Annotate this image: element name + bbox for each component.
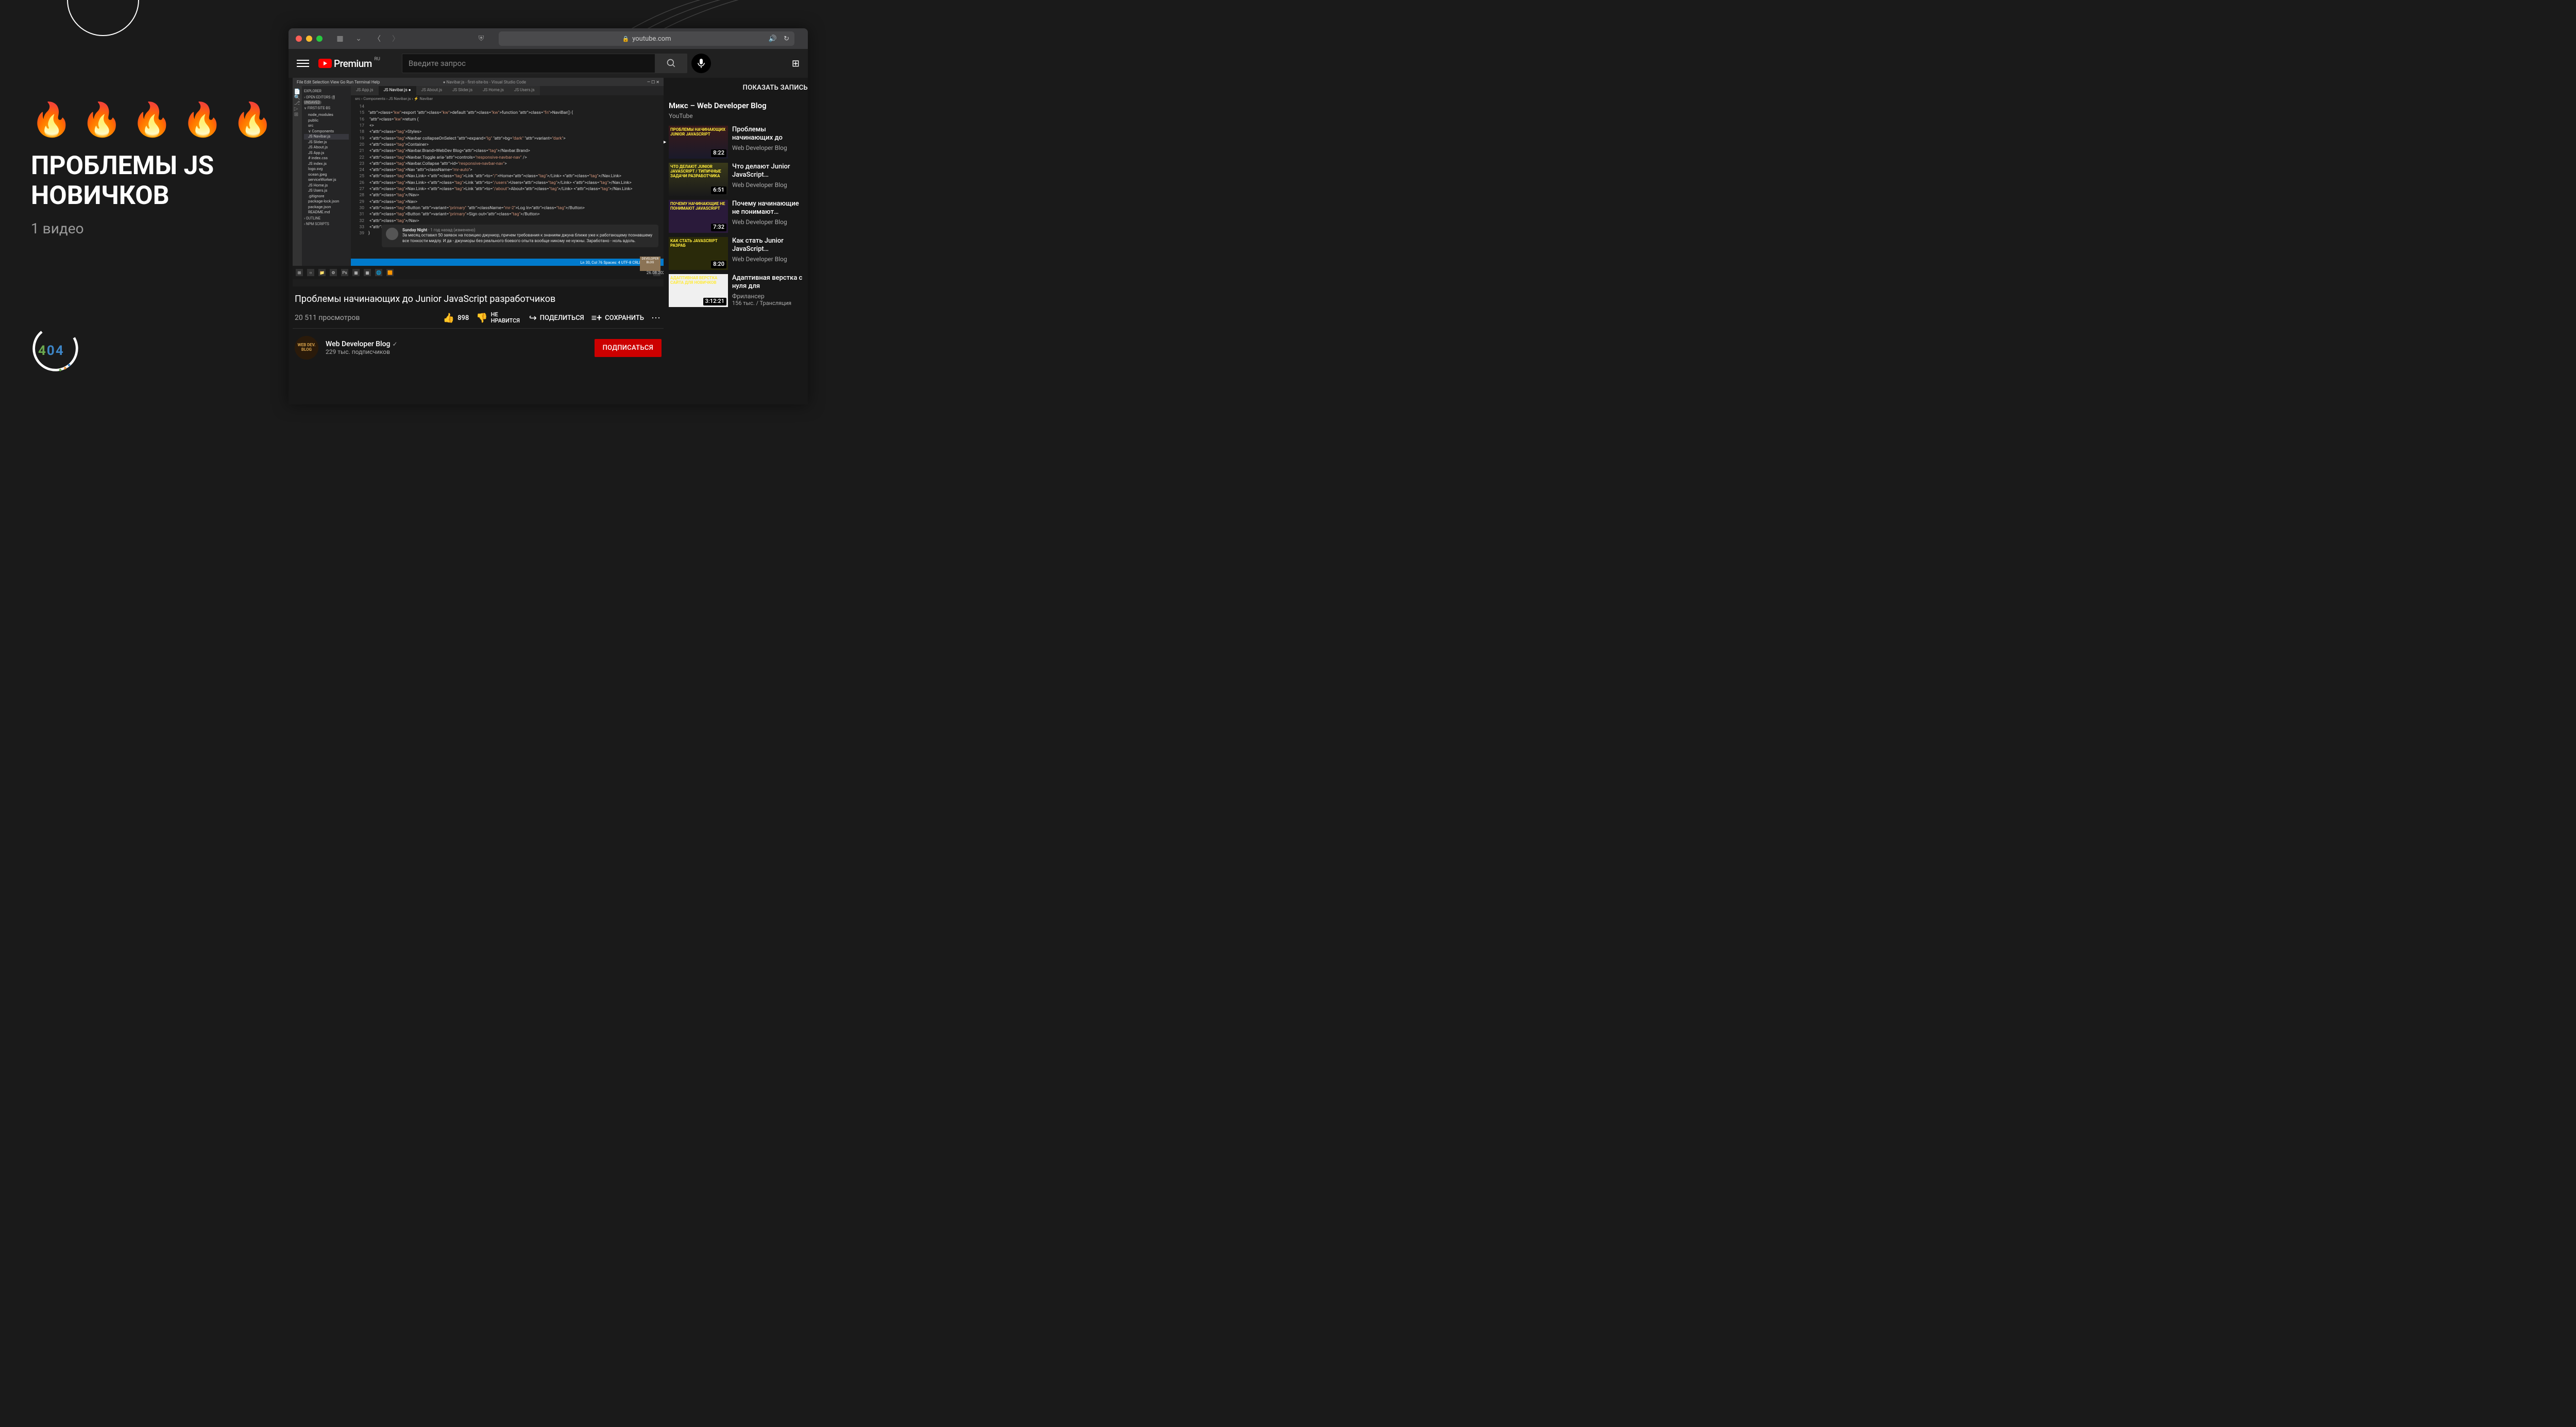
dropdown-icon[interactable]: ⌄	[351, 31, 366, 46]
search-input[interactable]: Введите запрос	[402, 54, 655, 73]
back-icon[interactable]: 〈	[370, 31, 384, 46]
vscode-screenshot: File Edit Selection View Go Run Terminal…	[293, 78, 664, 286]
like-button[interactable]: 👍 898	[443, 313, 469, 324]
vscode-activity-bar: 📄🔍⎇▷⊞	[293, 86, 302, 266]
left-panel: 🔥🔥🔥🔥🔥 ПРОБЛЕМЫ JS НОВИЧКОВ 1 видео	[31, 100, 282, 237]
header-actions: ⊞	[792, 58, 800, 69]
left-subtitle: 1 видео	[31, 220, 282, 237]
thumbs-down-icon: 👎	[476, 313, 487, 324]
channel-avatar[interactable]: WEB DEV. BLOG	[295, 336, 318, 360]
channel-watermark: DEVELOPER BLOG	[640, 257, 660, 271]
video-duration: 8:22	[711, 149, 726, 157]
vscode-tabs: JS App.jsJS Navibar.js ●JS About.jsJS Sl…	[351, 86, 664, 95]
rec-channel: Web Developer Blog	[732, 218, 808, 226]
decorative-circle-top	[67, 0, 139, 36]
traffic-lights[interactable]	[296, 36, 323, 42]
minimize-window[interactable]	[306, 36, 312, 42]
sidebar-toggle-icon[interactable]: ▦	[333, 31, 347, 46]
channel-row: WEB DEV. BLOG Web Developer Blog ✓ 229 т…	[293, 329, 664, 367]
video-thumbnail[interactable]: АДАПТИВНАЯ ВЕРСТКА САЙТА ДЛЯ НОВИЧКОВ 3:…	[669, 274, 728, 307]
fire-emojis: 🔥🔥🔥🔥🔥	[31, 100, 282, 139]
search-button[interactable]	[655, 54, 687, 73]
rec-channel: Фрилансер	[732, 293, 808, 300]
shield-icon[interactable]: ⛨	[474, 31, 488, 46]
save-button[interactable]: ≡+ СОХРАНИТЬ	[591, 313, 644, 324]
forward-icon[interactable]: 〉	[388, 31, 403, 46]
video-thumbnail[interactable]: ПОЧЕМУ НАЧИНАЮЩИЕ НЕ ПОНИМАЮТ JAVASCRIPT…	[669, 200, 728, 233]
share-icon: ↪	[529, 313, 537, 324]
rec-channel: Web Developer Blog	[732, 256, 808, 263]
youtube-logo[interactable]: Premium RU	[318, 58, 372, 70]
audio-icon[interactable]: 🔊	[769, 35, 777, 43]
voice-search-icon[interactable]	[691, 54, 711, 73]
close-window[interactable]	[296, 36, 302, 42]
safari-window: ▦ ⌄ 〈 〉 ⛨ 🔒 youtube.com 🔊 ↻ Premium RU В…	[289, 28, 808, 404]
more-actions-icon[interactable]: ⋯	[651, 313, 662, 324]
create-icon[interactable]: ⊞	[792, 58, 800, 69]
rec-channel: Web Developer Blog	[732, 144, 808, 151]
youtube-header: Premium RU Введите запрос ⊞	[289, 49, 808, 78]
main-column: File Edit Selection View Go Run Terminal…	[289, 78, 664, 404]
rec-channel: Web Developer Blog	[732, 181, 808, 189]
left-title: ПРОБЛЕМЫ JS НОВИЧКОВ	[31, 151, 282, 211]
share-button[interactable]: ↪ ПОДЕЛИТЬСЯ	[529, 313, 584, 324]
video-duration: 7:32	[711, 224, 726, 231]
vscode-menu: File Edit Selection View Go Run Terminal…	[297, 80, 380, 84]
windows-taskbar: ⊞○📁⚙Ps▦▦🌐🟧 26.08.2020	[293, 266, 664, 279]
video-player[interactable]: File Edit Selection View Go Run Terminal…	[293, 78, 664, 286]
subscribe-button[interactable]: ПОДПИСАТЬСЯ	[595, 339, 662, 357]
browser-titlebar: ▦ ⌄ 〈 〉 ⛨ 🔒 youtube.com 🔊 ↻	[289, 28, 808, 49]
maximize-window[interactable]	[316, 36, 323, 42]
show-chat-button[interactable]: ПОКАЗАТЬ ЗАПИСЬ	[669, 78, 808, 101]
video-duration: 3:12:21	[703, 298, 726, 305]
recommendation-item[interactable]: АДАПТИВНАЯ ВЕРСТКА САЙТА ДЛЯ НОВИЧКОВ 3:…	[669, 274, 808, 307]
recommendation-item[interactable]: ПОЧЕМУ НАЧИНАЮЩИЕ НЕ ПОНИМАЮТ JAVASCRIPT…	[669, 200, 808, 233]
url-text: youtube.com	[632, 35, 671, 43]
thumbs-up-icon: 👍	[443, 313, 454, 324]
video-title: Проблемы начинающих до Junior JavaScript…	[293, 294, 664, 304]
search-wrap: Введите запрос	[402, 54, 711, 73]
video-thumbnail[interactable]: КАК СТАТЬ JAVASCRIPT РАЗРАБ 8:20	[669, 237, 728, 270]
video-meta-row: 20 511 просмотров 👍 898 👎 НЕ НРАВИТСЯ ↪ …	[293, 308, 664, 329]
recommendation-item[interactable]: ▶ ПРОБЛЕМЫ НАЧИНАЮЩИХ JUNIOR JAVASCRIPT …	[669, 126, 808, 159]
reload-icon[interactable]: ↻	[784, 35, 789, 43]
menu-hamburger-icon[interactable]	[297, 60, 309, 67]
recommendation-item[interactable]: ЧТО ДЕЛАЮТ JUNIOR JAVASCRIPT / ТИПИЧНЫЕ …	[669, 163, 808, 196]
rec-title: Что делают Junior JavaScript…	[732, 163, 808, 180]
rec-title: Как стать Junior JavaScript…	[732, 237, 808, 254]
playlist-add-icon: ≡+	[591, 313, 602, 324]
youtube-body: File Edit Selection View Go Run Terminal…	[289, 78, 808, 404]
video-thumbnail[interactable]: ЧТО ДЕЛАЮТ JUNIOR JAVASCRIPT / ТИПИЧНЫЕ …	[669, 163, 728, 196]
video-duration: 6:51	[711, 186, 726, 194]
vscode-code: 1415"attr">class="kw">export "attr">clas…	[351, 103, 664, 259]
channel-name[interactable]: Web Developer Blog ✓	[326, 340, 398, 348]
recommendations-sidebar: ПОКАЗАТЬ ЗАПИСЬ Микс – Web Developer Blo…	[664, 78, 808, 404]
rec-title: Почему начинающие не понимают…	[732, 200, 808, 217]
subscriber-count: 229 тыс. подписчиков	[326, 348, 398, 355]
verified-icon: ✓	[392, 341, 397, 348]
youtube-play-icon	[318, 59, 332, 68]
logo-404: 404	[38, 343, 64, 359]
rec-title: Проблемы начинающих до	[732, 126, 808, 143]
vscode-explorer: EXPLORER › OPEN EDITORS 1 UNSAVED ∨ FIRS…	[302, 86, 351, 266]
rec-title: Адаптивная верстка с нуля для	[732, 274, 808, 291]
video-thumbnail[interactable]: ПРОБЛЕМЫ НАЧИНАЮЩИХ JUNIOR JAVASCRIPT 8:…	[669, 126, 728, 159]
dislike-button[interactable]: 👎 НЕ НРАВИТСЯ	[476, 312, 521, 324]
mix-header: Микс – Web Developer Blog YouTube	[669, 101, 808, 126]
video-comment-overlay: Sunday Night · 1 год назад (изменено) За…	[382, 225, 658, 247]
address-bar[interactable]: 🔒 youtube.com 🔊 ↻	[499, 31, 794, 46]
video-duration: 8:20	[711, 261, 726, 268]
recommendation-item[interactable]: КАК СТАТЬ JAVASCRIPT РАЗРАБ 8:20 Как ста…	[669, 237, 808, 270]
view-count: 20 511 просмотров	[295, 314, 360, 322]
lock-icon: 🔒	[622, 36, 630, 42]
now-playing-icon: ▶	[664, 138, 666, 145]
